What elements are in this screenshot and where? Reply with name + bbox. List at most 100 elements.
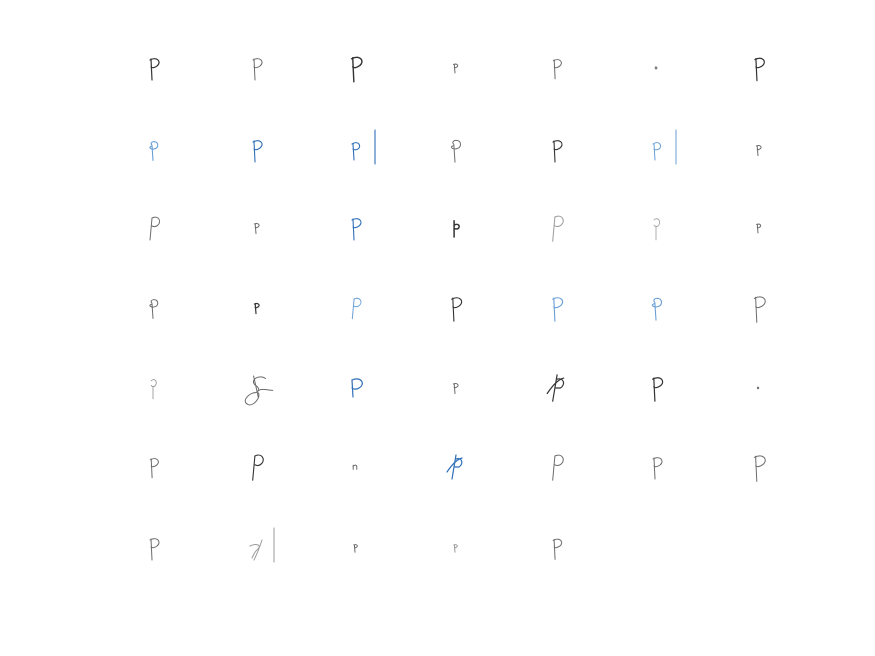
handwritten-glyph bbox=[652, 457, 663, 480]
handwritten-p-sample bbox=[526, 363, 586, 413]
glyph-stroke bbox=[755, 455, 758, 482]
glyph-stroke bbox=[149, 299, 159, 308]
glyph-stroke bbox=[351, 378, 363, 390]
handwritten-glyph bbox=[351, 129, 376, 165]
handwritten-p-sample bbox=[325, 125, 385, 175]
handwritten-glyph bbox=[252, 58, 263, 81]
handwritten-p-sample bbox=[425, 283, 485, 333]
handwritten-glyph bbox=[753, 455, 766, 482]
glyph-stroke bbox=[254, 303, 257, 315]
handwritten-glyph bbox=[353, 544, 358, 553]
handwritten-p-sample bbox=[226, 283, 286, 333]
glyph-stroke bbox=[653, 377, 656, 402]
glyph-stroke bbox=[253, 539, 263, 561]
handwritten-glyph bbox=[253, 223, 260, 235]
glyph-stroke bbox=[353, 297, 362, 308]
handwritten-glyph bbox=[755, 145, 762, 157]
glyph-stroke bbox=[453, 544, 456, 553]
handwritten-glyph bbox=[149, 141, 159, 161]
handwritten-p-sample bbox=[325, 363, 385, 413]
handwritten-glyph bbox=[351, 218, 362, 241]
handwritten-glyph bbox=[453, 220, 460, 238]
handwritten-p-sample bbox=[526, 43, 586, 93]
handwritten-glyph bbox=[253, 303, 260, 315]
handwritten-p-sample bbox=[325, 43, 385, 93]
handwritten-glyph bbox=[654, 66, 658, 70]
glyph-stroke bbox=[552, 216, 556, 242]
glyph-stroke bbox=[756, 386, 760, 390]
glyph-stroke bbox=[553, 538, 556, 560]
handwritten-p-sample bbox=[123, 363, 183, 413]
handwritten-p-sample bbox=[626, 125, 686, 175]
handwritten-glyph bbox=[149, 58, 160, 81]
handwritten-p-sample bbox=[226, 442, 286, 492]
glyph-stroke bbox=[653, 457, 656, 480]
glyph-stroke bbox=[244, 392, 260, 406]
glyph-stroke bbox=[151, 145, 154, 161]
glyph-stroke bbox=[353, 544, 356, 553]
handwritten-p-sample-grid bbox=[0, 0, 875, 656]
glyph-stroke bbox=[252, 455, 256, 481]
handwritten-glyph bbox=[552, 538, 563, 560]
handwritten-glyph bbox=[756, 223, 762, 234]
glyph-stroke bbox=[453, 145, 456, 163]
glyph-stroke bbox=[654, 66, 658, 70]
handwritten-p-sample bbox=[728, 125, 788, 175]
handwritten-p-sample bbox=[626, 363, 686, 413]
handwritten-glyph bbox=[450, 139, 462, 163]
glyph-stroke bbox=[653, 218, 661, 227]
handwritten-p-sample bbox=[626, 283, 686, 333]
handwritten-glyph bbox=[552, 140, 563, 163]
glyph-stroke bbox=[651, 297, 663, 308]
glyph-stroke bbox=[453, 64, 456, 74]
handwritten-glyph bbox=[652, 129, 677, 165]
handwritten-glyph bbox=[352, 464, 358, 470]
handwritten-p-sample bbox=[325, 203, 385, 253]
glyph-stroke bbox=[351, 298, 355, 320]
glyph-stroke bbox=[150, 58, 153, 81]
handwritten-glyph bbox=[244, 375, 274, 406]
handwritten-glyph bbox=[453, 544, 458, 553]
handwritten-glyph bbox=[149, 216, 161, 241]
glyph-stroke bbox=[453, 383, 456, 395]
glyph-stroke bbox=[352, 464, 358, 470]
handwritten-glyph bbox=[451, 297, 463, 322]
glyph-stroke bbox=[755, 296, 758, 323]
handwritten-glyph bbox=[149, 538, 160, 561]
glyph-stroke bbox=[149, 217, 153, 241]
handwritten-glyph bbox=[452, 383, 459, 395]
handwritten-glyph bbox=[552, 215, 564, 242]
handwritten-p-sample bbox=[123, 283, 183, 333]
handwritten-p-sample bbox=[123, 203, 183, 253]
glyph-stroke bbox=[554, 215, 564, 228]
glyph-stroke bbox=[253, 58, 256, 81]
handwritten-p-sample bbox=[425, 363, 485, 413]
handwritten-glyph bbox=[653, 218, 661, 241]
handwritten-glyph bbox=[446, 454, 463, 480]
handwritten-glyph bbox=[546, 374, 565, 402]
glyph-stroke bbox=[352, 56, 355, 83]
handwritten-glyph bbox=[252, 454, 264, 481]
glyph-stroke bbox=[253, 140, 256, 163]
glyph-stroke bbox=[151, 303, 154, 319]
handwritten-p-sample bbox=[728, 203, 788, 253]
handwritten-p-sample bbox=[123, 523, 183, 573]
handwritten-p-sample bbox=[325, 442, 385, 492]
handwritten-glyph bbox=[249, 527, 275, 563]
handwritten-p-sample bbox=[123, 442, 183, 492]
handwritten-glyph bbox=[351, 297, 362, 320]
glyph-stroke bbox=[150, 379, 157, 388]
handwritten-p-sample bbox=[626, 203, 686, 253]
glyph-stroke bbox=[756, 145, 759, 157]
glyph-stroke bbox=[150, 538, 153, 561]
handwritten-p-sample bbox=[728, 283, 788, 333]
handwritten-glyph bbox=[453, 63, 459, 74]
glyph-stroke bbox=[150, 458, 153, 479]
handwritten-p-sample bbox=[526, 523, 586, 573]
glyph-stroke bbox=[149, 141, 159, 150]
handwritten-p-sample bbox=[728, 363, 788, 413]
handwritten-p-sample bbox=[425, 523, 485, 573]
handwritten-p-sample bbox=[226, 125, 286, 175]
handwritten-glyph bbox=[756, 386, 760, 390]
handwritten-p-sample bbox=[728, 442, 788, 492]
